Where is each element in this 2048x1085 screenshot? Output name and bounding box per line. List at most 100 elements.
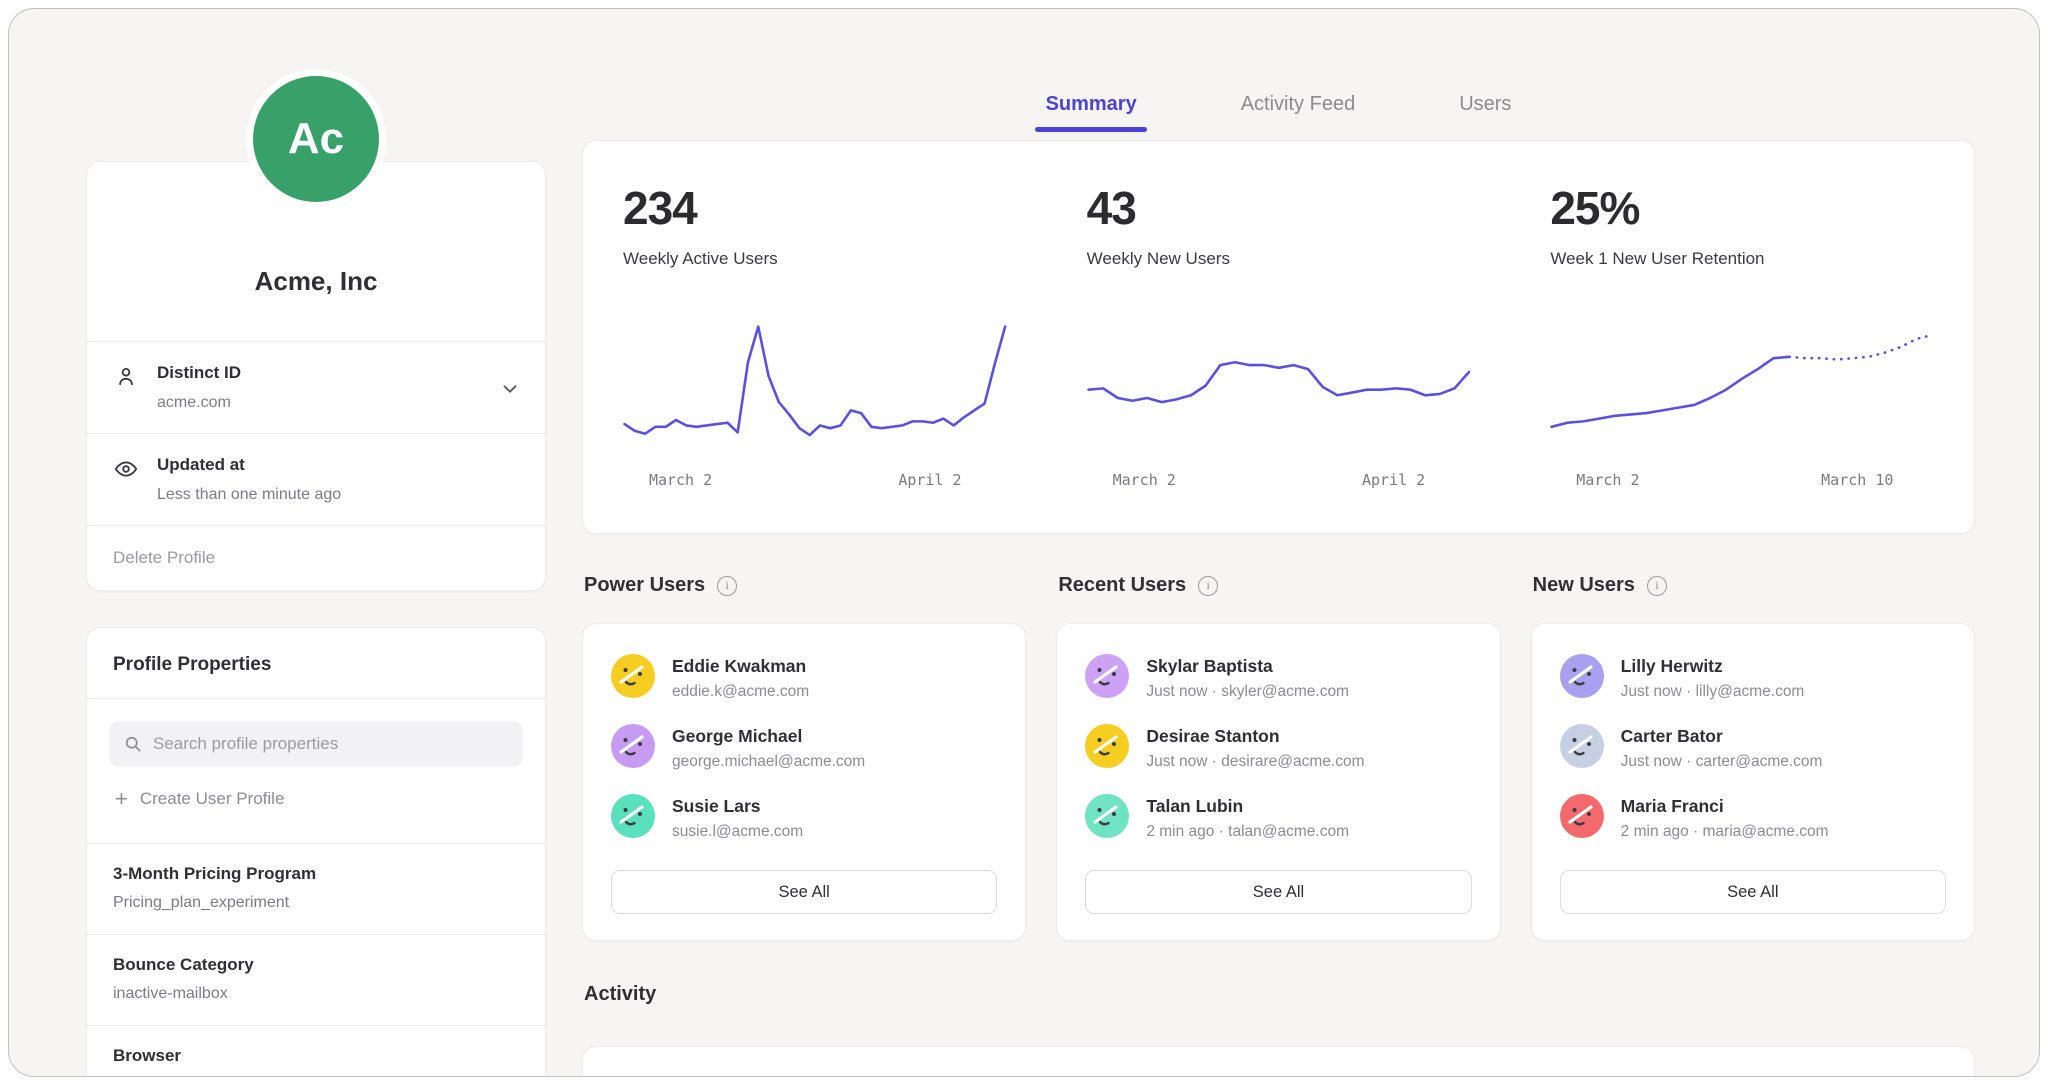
- stat-value: 25%: [1550, 181, 1934, 235]
- avatar: [611, 654, 655, 698]
- info-icon[interactable]: i: [717, 576, 737, 596]
- avatar: [1560, 794, 1604, 838]
- stat-section-week1-retention: 25% Week 1 New User Retention March 2 Ma…: [1510, 151, 1974, 523]
- power-users-card: Eddie Kwakman eddie.k@acme.com George Mi…: [582, 623, 1026, 941]
- avatar: [1560, 654, 1604, 698]
- x-tick: March 2: [649, 471, 712, 489]
- field-row-distinct-id: Distinct ID acme.com: [87, 341, 545, 433]
- property-label: Browser: [113, 1046, 519, 1066]
- user-name: Desirae Stanton: [1146, 724, 1364, 747]
- property-value: inactive-mailbox: [113, 985, 519, 1003]
- user-subtext: Just now · skyler@acme.com: [1146, 683, 1349, 701]
- company-name: Acme, Inc: [87, 266, 545, 341]
- user-name: Eddie Kwakman: [672, 654, 809, 677]
- list-item[interactable]: Carter Bator Just now · carter@acme.com: [1560, 724, 1946, 771]
- chevron-down-icon[interactable]: [499, 378, 521, 400]
- property-label: Bounce Category: [113, 955, 519, 975]
- x-tick: April 2: [898, 471, 961, 489]
- user-name: Skylar Baptista: [1146, 654, 1349, 677]
- user-subtext: 2 min ago · maria@acme.com: [1621, 823, 1829, 841]
- profile-properties-card: Profile Properties + Create User Profile: [86, 627, 546, 1077]
- field-label: Updated at: [157, 455, 341, 475]
- see-all-button[interactable]: See All: [611, 870, 997, 914]
- list-item[interactable]: Desirae Stanton Just now · desirare@acme…: [1085, 724, 1471, 771]
- activity-card: 234 940 3.4k: [582, 1046, 1975, 1077]
- info-icon[interactable]: i: [1198, 576, 1218, 596]
- new-users-section: New Users i Lilly Herwitz Just now · lil…: [1531, 574, 1975, 941]
- property-label: 3-Month Pricing Program: [113, 864, 519, 884]
- search-box: [109, 721, 523, 767]
- see-all-button[interactable]: See All: [1560, 870, 1946, 914]
- avatar: [1560, 724, 1604, 768]
- x-tick: April 2: [1362, 471, 1425, 489]
- avatar: [1085, 794, 1129, 838]
- person-icon: [113, 364, 139, 390]
- user-name: Carter Bator: [1621, 724, 1823, 747]
- list-item[interactable]: Talan Lubin 2 min ago · talan@acme.com: [1085, 794, 1471, 841]
- stat-section-weekly-new-users: 43 Weekly New Users March 2 April 2: [1047, 151, 1511, 523]
- avatar: [611, 724, 655, 768]
- x-axis: March 2 March 10: [1550, 471, 1934, 497]
- profile-properties-search-area: + Create User Profile: [87, 698, 545, 843]
- user-subtext: Just now · desirare@acme.com: [1146, 753, 1364, 771]
- recent-users-card: Skylar Baptista Just now · skyler@acme.c…: [1056, 623, 1500, 941]
- profile-card: Acme, Inc Distinct ID acme.com: [86, 161, 546, 591]
- company-avatar: Ac: [253, 76, 379, 202]
- activity-title: Activity: [582, 983, 1975, 1006]
- tab-bar: Summary Activity Feed Users: [582, 93, 1975, 132]
- user-sections-row: Power Users i Eddie Kwakman eddie.k@acme…: [582, 574, 1975, 941]
- see-all-button[interactable]: See All: [1085, 870, 1471, 914]
- list-item[interactable]: Maria Franci 2 min ago · maria@acme.com: [1560, 794, 1946, 841]
- field-value: Less than one minute ago: [157, 486, 341, 504]
- search-profile-properties-input[interactable]: [153, 734, 509, 754]
- list-item[interactable]: George Michael george.michael@acme.com: [611, 724, 997, 771]
- profile-properties-title: Profile Properties: [87, 628, 545, 698]
- stat-label: Weekly New Users: [1087, 249, 1471, 269]
- property-value: Chrome: [113, 1076, 519, 1077]
- stat-label: Weekly Active Users: [623, 249, 1007, 269]
- create-user-profile-label: Create User Profile: [140, 789, 285, 809]
- user-name: Lilly Herwitz: [1621, 654, 1805, 677]
- field-label: Distinct ID: [157, 363, 241, 383]
- property-value: Pricing_plan_experiment: [113, 894, 519, 912]
- list-item[interactable]: Lilly Herwitz Just now · lilly@acme.com: [1560, 654, 1946, 701]
- user-subtext: 2 min ago · talan@acme.com: [1146, 823, 1349, 841]
- power-users-section: Power Users i Eddie Kwakman eddie.k@acme…: [582, 574, 1026, 941]
- list-item[interactable]: Skylar Baptista Just now · skyler@acme.c…: [1085, 654, 1471, 701]
- user-subtext: Just now · lilly@acme.com: [1621, 683, 1805, 701]
- user-name: Maria Franci: [1621, 794, 1829, 817]
- section-title: Recent Users: [1058, 574, 1186, 597]
- property-row: 3-Month Pricing Program Pricing_plan_exp…: [87, 843, 545, 934]
- new-users-card: Lilly Herwitz Just now · lilly@acme.com …: [1531, 623, 1975, 941]
- recent-users-section: Recent Users i Skylar Baptista Just now …: [1056, 574, 1500, 941]
- weekly-new-users-chart: [1087, 307, 1471, 457]
- stat-label: Week 1 New User Retention: [1550, 249, 1934, 269]
- list-item[interactable]: Eddie Kwakman eddie.k@acme.com: [611, 654, 997, 701]
- list-item[interactable]: Susie Lars susie.l@acme.com: [611, 794, 997, 841]
- x-tick: March 2: [1113, 471, 1176, 489]
- week1-retention-chart: [1550, 307, 1934, 457]
- x-tick: March 10: [1821, 471, 1893, 489]
- tab-summary[interactable]: Summary: [1046, 93, 1137, 132]
- section-title: Power Users: [584, 574, 705, 597]
- user-subtext: eddie.k@acme.com: [672, 683, 809, 701]
- app-window: Ac Acme, Inc Distinct ID acme.com: [8, 8, 2040, 1077]
- weekly-active-users-chart: [623, 307, 1007, 457]
- profile-sidebar: Ac Acme, Inc Distinct ID acme.com: [86, 9, 546, 1076]
- info-icon[interactable]: i: [1647, 576, 1667, 596]
- avatar: [611, 794, 655, 838]
- section-title: New Users: [1533, 574, 1635, 597]
- delete-profile-button[interactable]: Delete Profile: [87, 525, 545, 590]
- search-icon: [123, 734, 143, 754]
- company-avatar-ring: Ac: [246, 69, 386, 209]
- create-user-profile-button[interactable]: + Create User Profile: [109, 767, 523, 833]
- summary-stats-card: 234 Weekly Active Users March 2 April 2 …: [582, 140, 1975, 534]
- main-content: Summary Activity Feed Users 234 Weekly A…: [582, 9, 1975, 1076]
- tab-activity-feed[interactable]: Activity Feed: [1241, 93, 1355, 132]
- property-row: Bounce Category inactive-mailbox: [87, 934, 545, 1025]
- avatar: [1085, 724, 1129, 768]
- tab-users[interactable]: Users: [1459, 93, 1511, 132]
- user-subtext: george.michael@acme.com: [672, 753, 865, 771]
- field-value: acme.com: [157, 394, 241, 412]
- user-name: George Michael: [672, 724, 865, 747]
